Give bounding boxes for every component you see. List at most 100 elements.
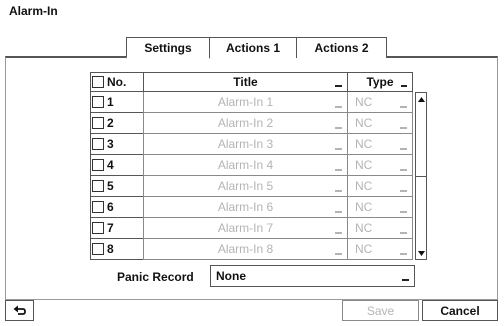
row-no-cell: 1 [90,92,144,113]
row-type-select[interactable]: NC [347,113,413,134]
dropdown-marker-icon [401,85,407,87]
header-type-label: Type [366,75,394,89]
table-row: 3 Alarm-In 3 NC [90,134,427,155]
dropdown-marker-icon [400,232,407,234]
row-title: Alarm-In 2 [217,116,274,130]
row-no-cell: 7 [90,218,144,239]
table-row: 8 Alarm-In 8 NC [90,239,427,260]
row-title-field[interactable]: Alarm-In 8 [143,239,348,260]
row-title: Alarm-In 7 [217,221,274,235]
row-title: Alarm-In 1 [217,95,274,109]
row-no-cell: 3 [90,134,144,155]
row-no: 8 [107,242,114,256]
table-header: No. Title Type [90,72,427,92]
row-type-select[interactable]: NC [347,197,413,218]
tab-settings[interactable]: Settings [126,37,210,59]
select-all-checkbox[interactable] [92,76,104,88]
row-title-field[interactable]: Alarm-In 1 [143,92,348,113]
row-title-field[interactable]: Alarm-In 7 [143,218,348,239]
row-no-cell: 2 [90,113,144,134]
row-title-field[interactable]: Alarm-In 5 [143,176,348,197]
panic-record-select[interactable]: None [210,265,415,287]
dropdown-marker-icon [400,190,407,192]
window-title: Alarm-In [9,4,58,18]
arrow-down-icon[interactable] [416,247,426,259]
row-checkbox[interactable] [92,243,104,255]
dropdown-marker-icon [400,169,407,171]
row-type: NC [355,200,373,214]
dropdown-marker-icon [400,148,407,150]
scrollbar-thumb[interactable] [416,105,426,177]
edit-marker-icon [335,253,342,255]
row-type-select[interactable]: NC [347,176,413,197]
dropdown-marker-icon [400,106,407,108]
row-title-field[interactable]: Alarm-In 6 [143,197,348,218]
edit-marker-icon [335,169,342,171]
row-type-select[interactable]: NC [347,92,413,113]
panic-record-value: None [216,269,246,283]
tab-bar: Settings Actions 1 Actions 2 [126,37,387,59]
alarm-in-table: No. Title Type 1 Alarm-In 1 NC 2 Alarm-I… [90,72,427,260]
row-type: NC [355,137,373,151]
row-checkbox[interactable] [92,222,104,234]
dropdown-marker-icon [402,279,409,281]
row-no: 5 [107,179,114,193]
table-row: 6 Alarm-In 6 NC [90,197,427,218]
dropdown-marker-icon [400,211,407,213]
header-no-label: No. [107,75,127,89]
table-row: 7 Alarm-In 7 NC [90,218,427,239]
row-checkbox[interactable] [92,117,104,129]
row-type: NC [355,242,373,256]
row-title: Alarm-In 5 [217,179,274,193]
row-title-field[interactable]: Alarm-In 4 [143,155,348,176]
row-no-cell: 6 [90,197,144,218]
cancel-button[interactable]: Cancel [422,300,498,321]
row-type-select[interactable]: NC [347,155,413,176]
row-type-select[interactable]: NC [347,218,413,239]
edit-marker-icon [335,232,342,234]
row-no-cell: 5 [90,176,144,197]
row-no-cell: 4 [90,155,144,176]
arrow-up-icon[interactable] [416,93,426,105]
back-button[interactable] [5,300,34,321]
panic-record-label: Panic Record [117,270,194,284]
row-checkbox[interactable] [92,159,104,171]
dropdown-marker-icon [400,253,407,255]
row-title: Alarm-In 8 [217,242,274,256]
back-arrow-icon [13,305,26,315]
row-checkbox[interactable] [92,138,104,150]
row-title: Alarm-In 4 [217,158,274,172]
table-row: 2 Alarm-In 2 NC [90,113,427,134]
row-title: Alarm-In 6 [217,200,274,214]
edit-marker-icon [335,127,342,129]
row-title-field[interactable]: Alarm-In 2 [143,113,348,134]
row-no: 2 [107,116,114,130]
header-title[interactable]: Title [143,72,348,92]
row-no: 4 [107,158,114,172]
row-checkbox[interactable] [92,201,104,213]
row-type: NC [355,95,373,109]
tab-actions-2[interactable]: Actions 2 [296,37,387,58]
row-checkbox[interactable] [92,96,104,108]
table-row: 5 Alarm-In 5 NC [90,176,427,197]
header-title-label: Title [233,75,258,89]
row-type-select[interactable]: NC [347,239,413,260]
row-type: NC [355,221,373,235]
header-type[interactable]: Type [347,72,413,92]
sort-marker-icon [335,85,342,87]
row-title-field[interactable]: Alarm-In 3 [143,134,348,155]
tab-actions-1[interactable]: Actions 1 [209,37,297,58]
save-button[interactable]: Save [342,300,419,321]
table-scrollbar[interactable] [415,92,427,260]
row-checkbox[interactable] [92,180,104,192]
row-type-select[interactable]: NC [347,134,413,155]
row-no-cell: 8 [90,239,144,260]
row-title: Alarm-In 3 [217,137,274,151]
row-type: NC [355,158,373,172]
row-no: 3 [107,137,114,151]
row-type: NC [355,179,373,193]
row-no: 7 [107,221,114,235]
row-no: 1 [107,95,114,109]
edit-marker-icon [335,211,342,213]
edit-marker-icon [335,190,342,192]
